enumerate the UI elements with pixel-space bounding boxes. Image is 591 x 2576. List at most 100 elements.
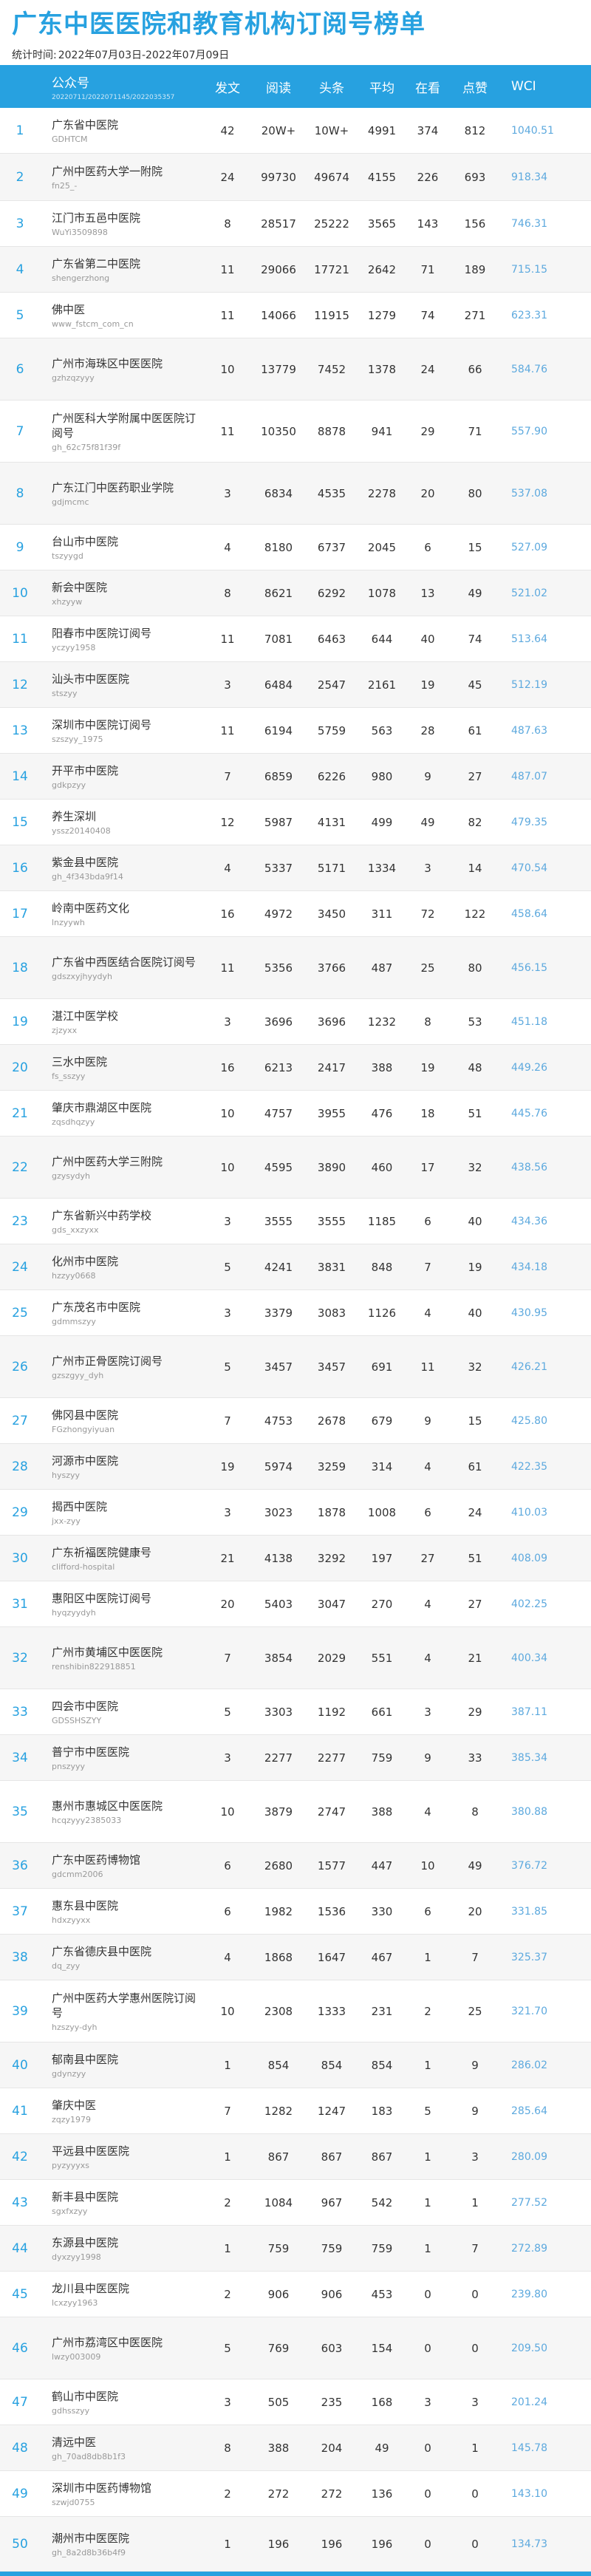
account-id: xhzyyw: [52, 596, 83, 607]
top-cell: 4131: [317, 815, 346, 829]
wci-cell: 746.31: [511, 217, 547, 230]
table-row[interactable]: 46 广州市荔湾区中医医院 lwzy003009 5 769 603 154 0 0 209.50: [0, 2317, 591, 2379]
table-row[interactable]: 50 潮州市中医医院 gh_8a2d8b36b4f9 1 196 196 196 0 0 134.…: [0, 2517, 591, 2572]
table-row[interactable]: 40 郁南县中医院 gdynzyy 1 854 854 854 1 9 286.02: [0, 2042, 591, 2088]
table-row[interactable]: 9 台山市中医院 tszyygd 4 8180 6737 2045 6 15 527.09: [0, 525, 591, 570]
account-name: 清远中医: [52, 2435, 97, 2449]
table-row[interactable]: 39 广州中医药大学惠州医院订阅号 hzszyy-dyh 10 2308 1333 231 2…: [0, 1980, 591, 2042]
top-cell: 2277: [317, 1751, 346, 1765]
name-cell: 广东省德庆县中医院 dq_zyy: [47, 1935, 202, 1980]
wci-cell: 426.21: [511, 1360, 547, 1373]
account-name: 惠州市惠城区中医医院: [52, 1799, 163, 1813]
table-row[interactable]: 20 三水中医院 fs_sszyy 16 6213 2417 388 19 48 449.26: [0, 1045, 591, 1091]
table-row[interactable]: 8 广东江门中医药职业学院 gdjmcmc 3 6834 4535 2278 20 80 537.…: [0, 463, 591, 525]
look-cell: 0: [424, 2341, 431, 2355]
table-row[interactable]: 6 广州市海珠区中医医院 gzhzqzyyy 10 13779 7452 1378 24 66 5…: [0, 338, 591, 401]
avg-cell: 759: [371, 1751, 393, 1765]
name-cell: 普宁市中医医院 pnszyyy: [47, 1735, 202, 1780]
table-row[interactable]: 19 湛江中医学校 zjzyxx 3 3696 3696 1232 8 53 451.18: [0, 999, 591, 1045]
table-row[interactable]: 23 广东省新兴中药学校 gds_xxzyxx 3 3555 3555 1185 6 40 434…: [0, 1199, 591, 1244]
period-label: 统计时间:: [12, 50, 57, 61]
posts-cell: 7: [224, 1651, 231, 1665]
table-row[interactable]: 1 广东省中医院 GDHTCM 42 20W+ 10W+ 4991 374 812 1040.51: [0, 108, 591, 154]
account-id: jxx-zyy: [52, 1516, 81, 1526]
table-row[interactable]: 47 鹤山市中医院 gdhsszyy 3 505 235 168 3 3 201.24: [0, 2379, 591, 2425]
account-id: zqzy1979: [52, 2114, 92, 2124]
read-cell: 3457: [264, 1360, 293, 1374]
rank-cell: 8: [16, 485, 24, 501]
top-cell: 6292: [317, 586, 346, 600]
rank-cell: 50: [12, 2536, 28, 2552]
table-row[interactable]: 38 广东省德庆县中医院 dq_zyy 4 1868 1647 467 1 7 325.37: [0, 1935, 591, 1980]
table-row[interactable]: 22 广州中医药大学三附院 gzysydyh 10 4595 3890 460 17 32 438…: [0, 1137, 591, 1199]
table-row[interactable]: 41 肇庆中医 zqzy1979 7 1282 1247 183 5 9 285.64: [0, 2088, 591, 2134]
table-row[interactable]: 14 开平市中医院 gdkpzyy 7 6859 6226 980 9 27 487.07: [0, 754, 591, 800]
table-row[interactable]: 16 紫金县中医院 gh_4f343bda9f14 4 5337 5171 1334 3 14 4…: [0, 845, 591, 891]
table-row[interactable]: 13 深圳市中医院订阅号 szszyy_1975 11 6194 5759 563 28 61 4…: [0, 708, 591, 754]
account-id: zqsdhqzyy: [52, 1117, 95, 1127]
posts-cell: 11: [220, 723, 235, 737]
like-cell: 61: [468, 1459, 482, 1473]
table-row[interactable]: 2 广州中医药大学一附院 fn25_- 24 99730 49674 4155 226 693 9…: [0, 154, 591, 201]
account-id: hcqzyyy2385033: [52, 1815, 122, 1825]
table-row[interactable]: 28 河源市中医院 hyszyy 19 5974 3259 314 4 61 422.35: [0, 1444, 591, 1490]
name-cell: 肇庆中医 zqzy1979: [47, 2088, 202, 2133]
table-row[interactable]: 30 广东祈福医院健康号 clifford-hospital 21 4138 3292 19…: [0, 1536, 591, 1581]
table-row[interactable]: 37 惠东县中医院 hdxzyyxx 6 1982 1536 330 6 20 331.85: [0, 1889, 591, 1935]
account-name: 鹤山市中医院: [52, 2389, 119, 2403]
table-row[interactable]: 3 江门市五邑中医院 WuYi3509898 8 28517 25222 3565 143 15…: [0, 201, 591, 247]
table-row[interactable]: 26 广州市正骨医院订阅号 gzszgyy_dyh 5 3457 3457 691 11 32 4…: [0, 1336, 591, 1398]
table-row[interactable]: 25 广东茂名市中医院 gdmmszyy 3 3379 3083 1126 4 40 430.95: [0, 1290, 591, 1336]
name-cell: 台山市中医院 tszyygd: [47, 525, 202, 570]
table-row[interactable]: 32 广州市黄埔区中医医院 renshibin822918851 7 3854 2029 5…: [0, 1627, 591, 1689]
posts-cell: 10: [220, 1106, 235, 1120]
table-row[interactable]: 33 四会市中医院 GDSSHSZYY 5 3303 1192 661 3 29 387.11: [0, 1689, 591, 1735]
posts-cell: 7: [224, 769, 231, 783]
top-cell: 8878: [317, 424, 346, 438]
table-row[interactable]: 7 广州医科大学附属中医医院订阅号 gh_62c75f81f39f 11 10350 88…: [0, 401, 591, 463]
table-row[interactable]: 45 龙川县中医医院 lcxzyy1963 2 906 906 453 0 0 239.80: [0, 2272, 591, 2317]
table-row[interactable]: 43 新丰县中医院 sgxfxzyy 2 1084 967 542 1 1 277.52: [0, 2180, 591, 2226]
name-cell: 广东江门中医药职业学院 gdjmcmc: [47, 463, 202, 524]
table-row[interactable]: 35 惠州市惠城区中医医院 hcqzyyy2385033 10 3879 2747 388 4…: [0, 1781, 591, 1843]
page-title: 广东中医医院和教育机构订阅号榜单: [12, 10, 426, 39]
posts-cell: 11: [220, 308, 235, 322]
account-name: 广州中医药大学一附院: [52, 164, 163, 178]
avg-cell: 661: [371, 1705, 393, 1719]
table-row[interactable]: 10 新会中医院 xhzyyw 8 8621 6292 1078 13 49 521.02: [0, 570, 591, 616]
table-row[interactable]: 21 肇庆市鼎湖区中医院 zqsdhqzyy 10 4757 3955 476 18 51 445…: [0, 1091, 591, 1137]
read-cell: 5356: [264, 961, 293, 975]
table-row[interactable]: 4 广东省第二中医院 shengerzhong 11 29066 17721 2642 71 1…: [0, 247, 591, 293]
rank-cell: 41: [12, 2103, 28, 2119]
table-row[interactable]: 17 岭南中医药文化 lnzyywh 16 4972 3450 311 72 122 458.64: [0, 891, 591, 937]
period-value: 2022年07月03日-2022年07月09日: [58, 50, 230, 61]
table-row[interactable]: 15 养生深圳 yssz20140408 12 5987 4131 499 49 82 479.3…: [0, 800, 591, 845]
table-row[interactable]: 11 阳春市中医院订阅号 yczyy1958 11 7081 6463 644 40 74 513…: [0, 616, 591, 662]
ranking-table: 1 广东省中医院 GDHTCM 42 20W+ 10W+ 4991 374 812 1040.51…: [0, 108, 591, 2572]
table-row[interactable]: 42 平远县中医医院 pyzyyyxs 1 867 867 867 1 3 280.09: [0, 2134, 591, 2180]
like-cell: 15: [468, 540, 482, 554]
wci-cell: 434.18: [511, 1261, 547, 1273]
wci-cell: 285.64: [511, 2105, 547, 2117]
table-row[interactable]: 48 清远中医 gh_70ad8db8b1f3 8 388 204 49 0 1 145.78: [0, 2425, 591, 2471]
table-row[interactable]: 5 佛中医 www_fstcm_com_cn 11 14066 11915 1279 74 27…: [0, 293, 591, 338]
top-cell: 1247: [317, 2104, 346, 2118]
posts-cell: 8: [224, 586, 231, 600]
table-row[interactable]: 27 佛冈县中医院 FGzhongyiyuan 7 4753 2678 679 9 15 425.…: [0, 1398, 591, 1444]
table-row[interactable]: 29 揭西中医院 jxx-zyy 3 3023 1878 1008 6 24 410.03: [0, 1490, 591, 1536]
table-row[interactable]: 18 广东省中西医结合医院订阅号 gdszxyjhyydyh 11 5356 3766 48…: [0, 937, 591, 999]
like-cell: 24: [468, 1505, 482, 1519]
table-row[interactable]: 36 广东中医药博物馆 gdcmm2006 6 2680 1577 447 10 49 376.7…: [0, 1843, 591, 1889]
table-row[interactable]: 49 深圳市中医药博物馆 szwjd0755 2 272 272 136 0 0 143.10: [0, 2471, 591, 2517]
table-row[interactable]: 24 化州市中医院 hzzyy0668 5 4241 3831 848 7 19 434.18: [0, 1244, 591, 1290]
table-row[interactable]: 44 东源县中医院 dyxzyy1998 1 759 759 759 1 7 272.89: [0, 2226, 591, 2272]
avg-cell: 136: [371, 2487, 393, 2501]
table-row[interactable]: 31 惠阳区中医院订阅号 hyqzyydyh 20 5403 3047 270 4 27 402.…: [0, 1581, 591, 1627]
table-row[interactable]: 12 汕头市中医医院 stszyy 3 6484 2547 2161 19 45 512.19: [0, 662, 591, 708]
name-cell: 鹤山市中医院 gdhsszyy: [47, 2379, 202, 2425]
account-name: 广东省新兴中药学校: [52, 1208, 152, 1222]
avg-cell: 2161: [367, 678, 397, 692]
name-cell: 广州市荔湾区中医医院 lwzy003009: [47, 2317, 202, 2379]
table-row[interactable]: 34 普宁市中医医院 pnszyyy 3 2277 2277 759 9 33 385.34: [0, 1735, 591, 1781]
top-cell: 1878: [317, 1505, 346, 1519]
